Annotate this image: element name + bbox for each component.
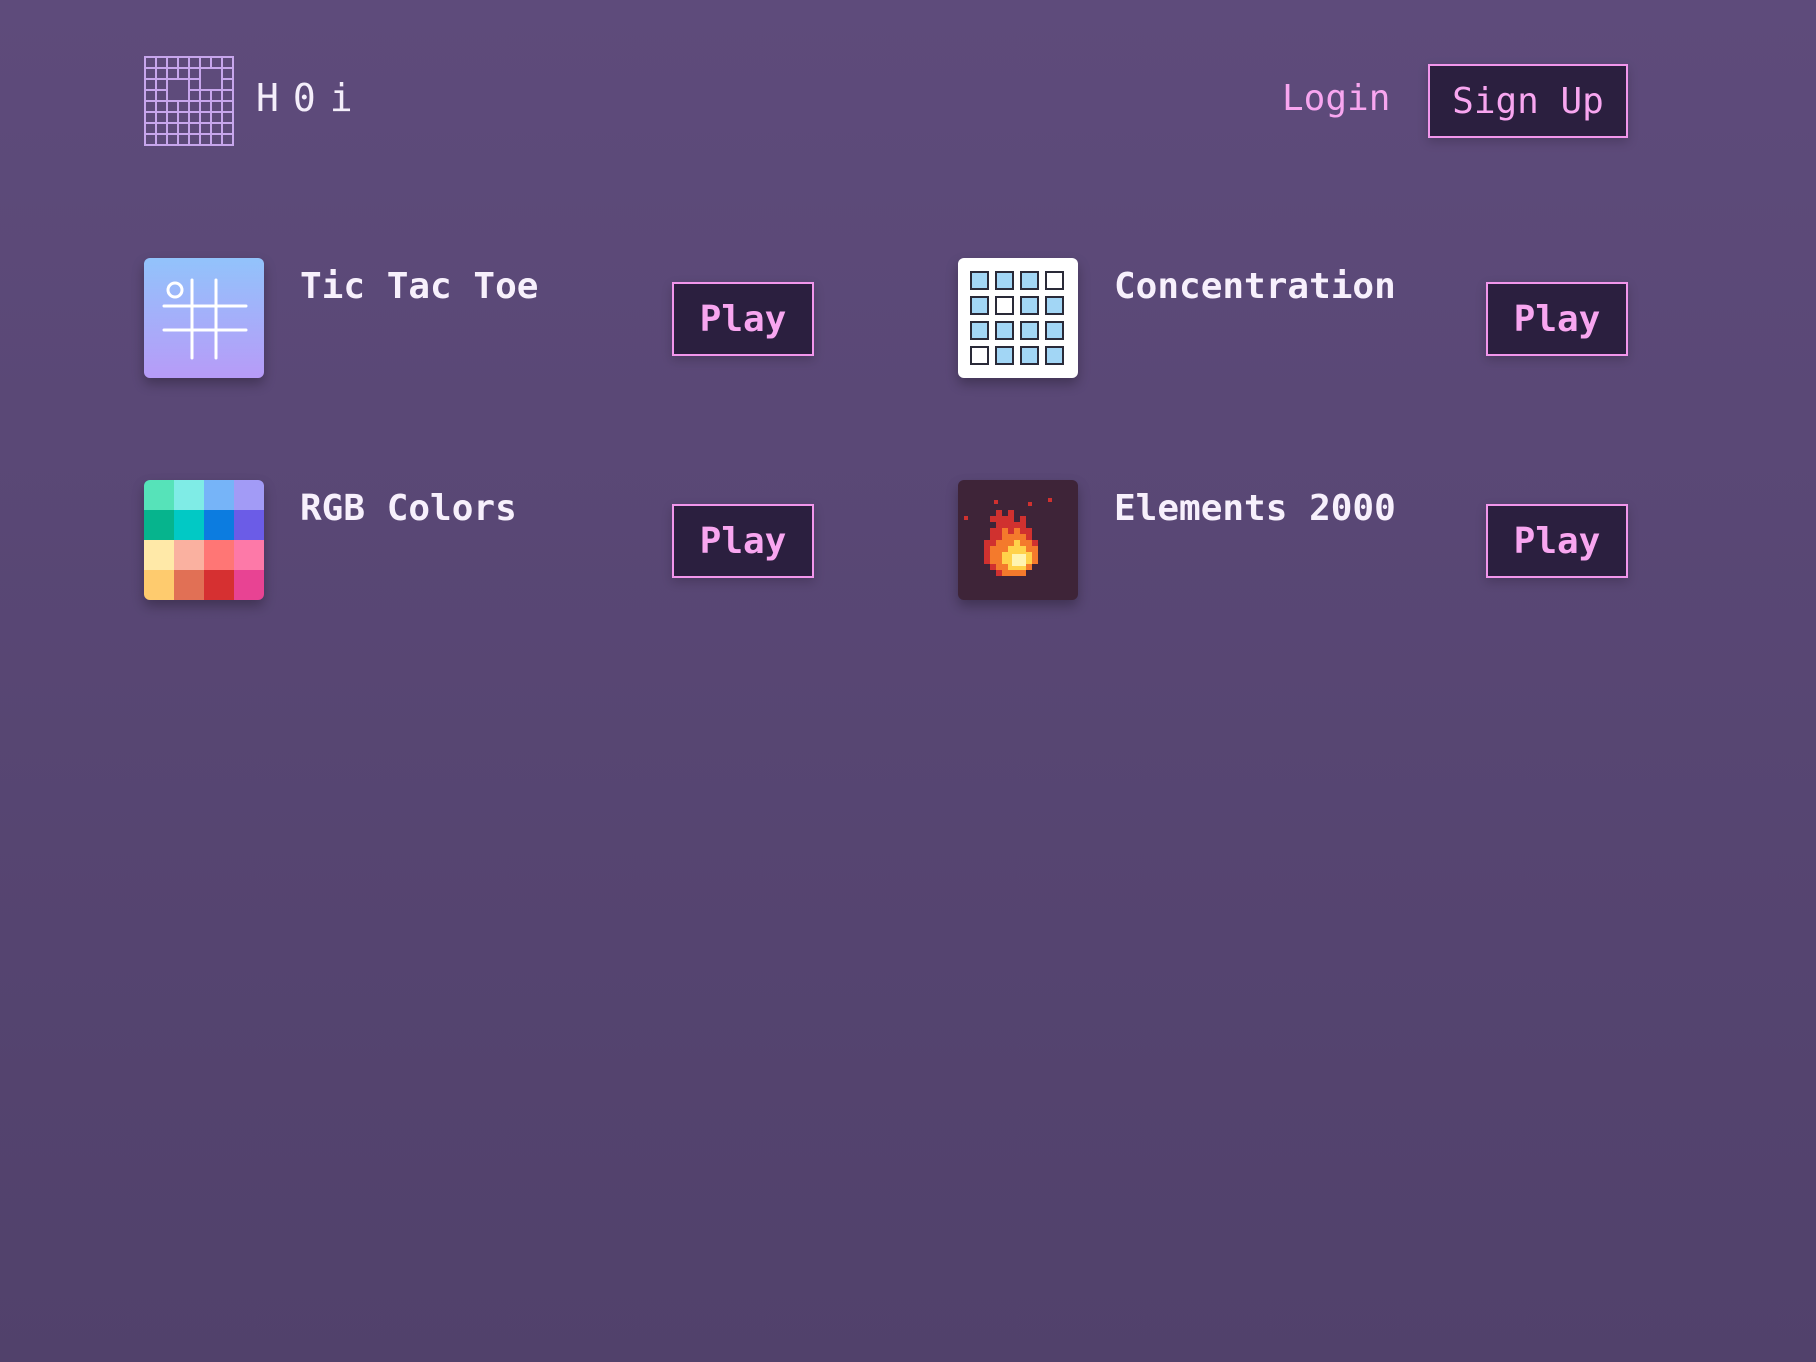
game-card-elements-2000: Elements 2000 Play [958, 480, 1628, 602]
signup-button[interactable]: Sign Up [1428, 64, 1628, 138]
game-card-concentration: Concentration Play [958, 258, 1628, 380]
game-title: Concentration [1114, 266, 1396, 307]
game-title: RGB Colors [300, 488, 517, 529]
logo-grid-icon[interactable] [144, 56, 234, 146]
game-card-rgb-colors: RGB Colors Play [144, 480, 814, 602]
play-button[interactable]: Play [672, 282, 814, 356]
game-title: Elements 2000 [1114, 488, 1396, 529]
fire-icon[interactable] [958, 480, 1078, 600]
header: H0i Login Sign Up [144, 56, 1628, 146]
brand-name: H0i [256, 76, 367, 120]
login-link[interactable]: Login [1282, 78, 1390, 119]
color-palette-icon[interactable] [144, 480, 264, 600]
game-title: Tic Tac Toe [300, 266, 539, 307]
tic-tac-toe-icon[interactable] [144, 258, 264, 378]
game-card-tic-tac-toe: Tic Tac Toe Play [144, 258, 814, 380]
play-button[interactable]: Play [1486, 504, 1628, 578]
memory-grid-icon[interactable] [958, 258, 1078, 378]
play-button[interactable]: Play [672, 504, 814, 578]
play-button[interactable]: Play [1486, 282, 1628, 356]
